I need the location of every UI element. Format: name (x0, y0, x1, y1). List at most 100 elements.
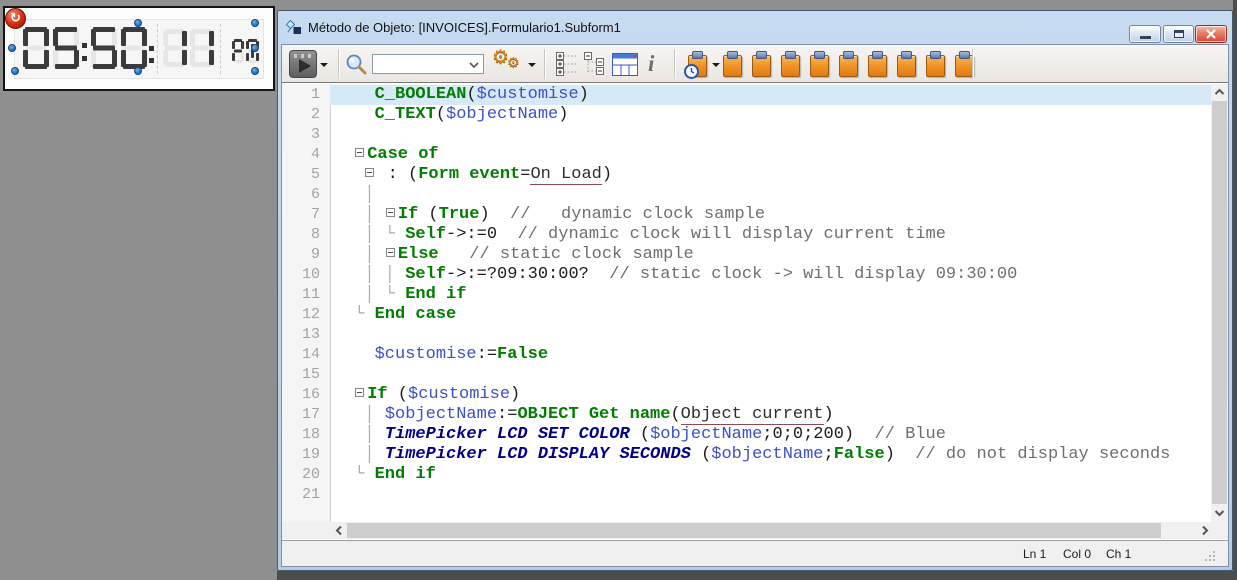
search-input[interactable] (375, 56, 467, 72)
clipboard-macro-button-5[interactable] (839, 51, 858, 77)
info-icon[interactable]: i (648, 50, 654, 78)
play-icon (299, 59, 311, 73)
chevron-down-icon[interactable] (469, 62, 479, 69)
code-line[interactable]: │ If (True) // dynamic clock sample (330, 205, 1211, 225)
code-line[interactable]: : (Form event=On Load) (330, 165, 1211, 185)
code-line-row: 4 Case of (282, 145, 1211, 165)
code-line[interactable] (330, 125, 1211, 145)
line-number: 11 (301, 286, 320, 303)
code-line-row: 19 │ TimePicker LCD DISPLAY SECONDS ($ob… (282, 445, 1211, 465)
clipboard-clock-dropdown-arrow[interactable] (712, 63, 720, 67)
code-line[interactable] (330, 365, 1211, 385)
lcd-colon (82, 32, 87, 70)
status-character: Ch 1 (1106, 547, 1132, 561)
code-editor[interactable]: 1 C_BOOLEAN($customise) 2 C_TEXT($objectN… (282, 84, 1228, 522)
clipboard-macro-button-1[interactable] (723, 51, 742, 77)
fold-marker-icon[interactable] (385, 247, 395, 257)
clipboard-macro-button-8[interactable] (926, 51, 945, 77)
code-line[interactable]: └ End case (330, 305, 1211, 325)
line-number: 13 (301, 326, 320, 343)
selection-handle[interactable] (251, 67, 259, 75)
selection-handle[interactable] (8, 44, 16, 52)
lcd-separator (157, 24, 158, 74)
form-preview-icon[interactable] (612, 53, 638, 76)
selection-handle[interactable] (251, 19, 259, 27)
minimize-icon (1140, 36, 1151, 39)
selection-handle[interactable] (134, 19, 142, 27)
code-line[interactable] (330, 325, 1211, 345)
code-line-row: 7 │ If (True) // dynamic clock sample (282, 205, 1211, 225)
line-number: 12 (301, 306, 320, 323)
macros-gears-icon-small: ⚙ (507, 55, 520, 71)
line-number: 8 (310, 226, 320, 243)
code-line[interactable]: If ($customise) (330, 385, 1211, 405)
clipboard-clock-button[interactable] (684, 51, 707, 79)
clipboard-clip (901, 51, 912, 59)
code-line[interactable]: │ │ Self->:=?09:30:00? // static clock -… (330, 265, 1211, 285)
clipboard-macro-button-6[interactable] (868, 51, 887, 77)
lcd-digit (91, 27, 117, 69)
maximize-button[interactable] (1163, 25, 1194, 43)
clipboard-macro-button-2[interactable] (752, 51, 771, 77)
run-dropdown-arrow[interactable] (320, 63, 328, 67)
code-lines: 1 C_BOOLEAN($customise) 2 C_TEXT($objectN… (282, 85, 1211, 505)
run-button-dots (294, 54, 313, 58)
close-button[interactable] (1195, 25, 1227, 43)
clipboard-macro-button-7[interactable] (897, 51, 916, 77)
code-line[interactable]: └ End if (330, 465, 1211, 485)
close-icon (1206, 29, 1216, 39)
scroll-right-arrow[interactable] (1196, 522, 1213, 539)
status-line: Ln 1 (1023, 547, 1047, 561)
clipboard-clip (814, 51, 825, 59)
gears-dropdown-arrow[interactable] (528, 63, 536, 67)
expand-all-icon[interactable] (556, 52, 578, 76)
window-title: Método de Objeto: [INVOICES].Formulario1… (308, 20, 621, 35)
clipboard-macro-button-3[interactable] (781, 51, 800, 77)
screen-edge (277, 571, 1237, 580)
search-combobox[interactable] (372, 54, 484, 74)
line-number: 3 (310, 126, 320, 143)
toolbar-separator (544, 49, 546, 79)
selection-handle[interactable] (251, 44, 259, 52)
code-line[interactable]: │ TimePicker LCD SET COLOR ($objectName;… (330, 425, 1211, 445)
fold-marker-icon[interactable] (385, 207, 395, 217)
titlebar[interactable]: Método de Objeto: [INVOICES].Formulario1… (278, 11, 1232, 44)
horizontal-scroll-thumb[interactable] (347, 523, 1161, 538)
collapse-all-icon[interactable] (584, 52, 608, 76)
code-line[interactable]: │ (330, 185, 1211, 205)
horizontal-scrollbar[interactable] (282, 522, 1228, 539)
code-line[interactable]: │ TimePicker LCD DISPLAY SECONDS ($objec… (330, 445, 1211, 465)
selection-handle[interactable] (11, 67, 19, 75)
clipboard-macro-button-4[interactable] (810, 51, 829, 77)
selection-handle[interactable] (134, 67, 142, 75)
scroll-down-arrow[interactable] (1211, 505, 1228, 522)
code-line[interactable] (330, 485, 1211, 505)
code-line[interactable]: │ Else // static clock sample (330, 245, 1211, 265)
code-line[interactable]: │ $objectName:=OBJECT Get name(Object cu… (330, 405, 1211, 425)
line-number: 17 (301, 406, 320, 423)
line-number: 6 (310, 186, 320, 203)
scroll-left-arrow[interactable] (330, 522, 347, 539)
code-line[interactable]: │ └ Self->:=0 // dynamic clock will disp… (330, 225, 1211, 245)
code-line[interactable]: Case of (330, 145, 1211, 165)
minimize-button[interactable] (1129, 25, 1161, 43)
scroll-up-arrow[interactable] (1211, 84, 1228, 101)
code-line-row: 5 : (Form event=On Load) (282, 165, 1211, 185)
maximize-icon (1174, 30, 1184, 38)
resize-grip[interactable] (1204, 550, 1216, 562)
toolbar-separator (972, 49, 974, 79)
code-line[interactable]: $customise:=False (330, 345, 1211, 365)
vertical-scrollbar[interactable] (1211, 84, 1228, 522)
fold-marker-icon[interactable] (365, 167, 375, 177)
line-number: 16 (301, 386, 320, 403)
vertical-scroll-thumb[interactable] (1212, 101, 1227, 504)
code-line[interactable]: │ └ End if (330, 285, 1211, 305)
fold-marker-icon[interactable] (355, 387, 365, 397)
code-line[interactable]: C_BOOLEAN($customise) (330, 85, 1211, 105)
search-icon[interactable] (345, 53, 368, 76)
refresh-badge-icon: ↻ (5, 8, 26, 29)
toolbar: ⚙ ⚙ i (282, 45, 1228, 83)
fold-marker-icon[interactable] (355, 147, 365, 157)
run-method-button[interactable] (289, 50, 317, 78)
code-line[interactable]: C_TEXT($objectName) (330, 105, 1211, 125)
